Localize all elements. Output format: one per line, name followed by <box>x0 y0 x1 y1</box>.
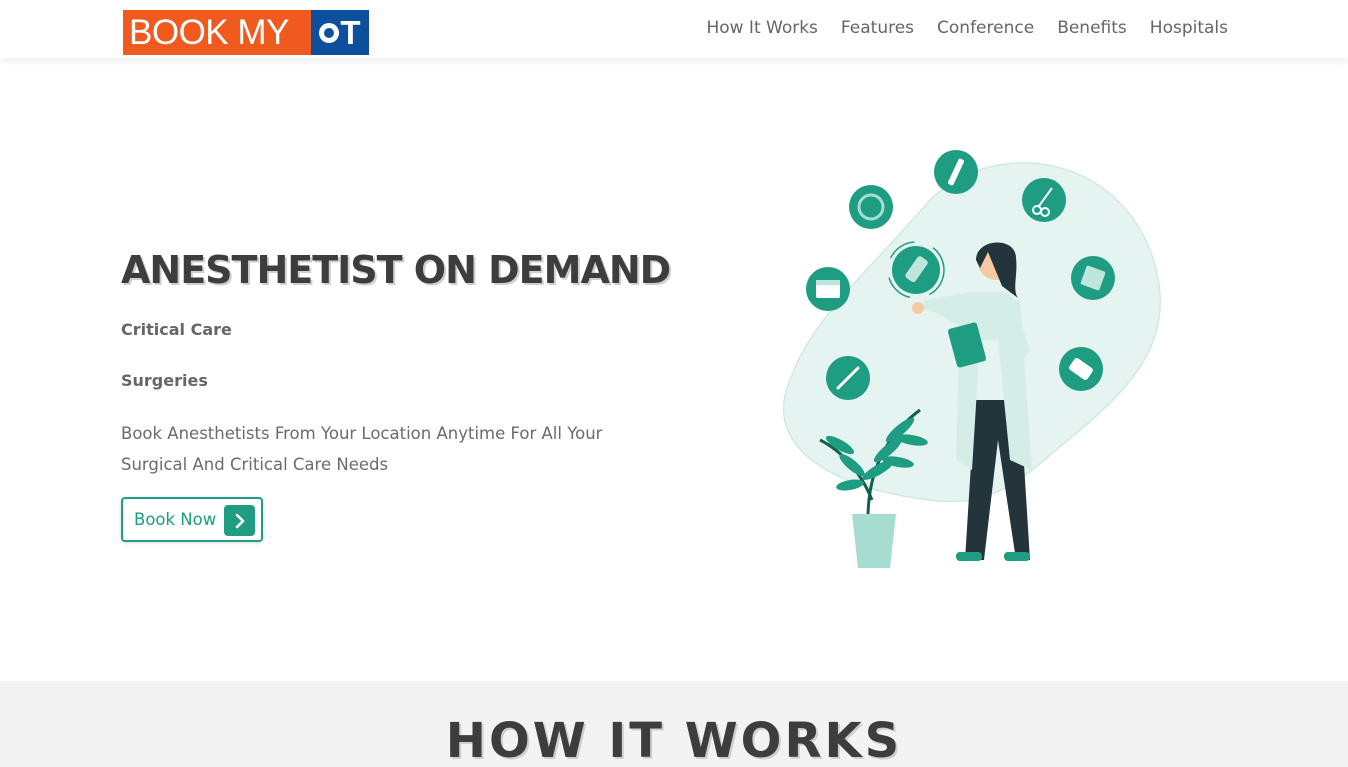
how-it-works-section: HOW IT WORKS <box>0 681 1348 767</box>
hero-description: Book Anesthetists From Your Location Any… <box>121 424 603 474</box>
nav-how-it-works[interactable]: How It Works <box>706 18 817 38</box>
hero-title: ANESTHETIST ON DEMAND <box>121 248 671 292</box>
thermometer-icon <box>826 356 870 400</box>
doctor-illustration <box>783 150 1161 568</box>
logo-ot-badge: T <box>311 10 369 55</box>
bandage-icon <box>1071 256 1115 300</box>
book-now-label: Book Now <box>134 510 217 529</box>
chevron-right-icon <box>224 505 255 536</box>
pills-blister-icon <box>1059 347 1103 391</box>
bookmyot-logo[interactable]: BOOK MY T <box>123 10 369 55</box>
logo-o-icon <box>319 22 340 43</box>
logo-text-left: BOOK MY <box>123 10 311 55</box>
hero-item-critical-care: Critical Care <box>121 320 232 339</box>
nav-conference[interactable]: Conference <box>937 18 1034 38</box>
nav-hospitals[interactable]: Hospitals <box>1150 18 1228 38</box>
how-it-works-title: HOW IT WORKS <box>445 713 903 767</box>
site-header: BOOK MY T How It Works Features Conferen… <box>0 0 1348 58</box>
nav-benefits[interactable]: Benefits <box>1057 18 1127 38</box>
stethoscope-ring-icon <box>849 185 893 229</box>
logo-text-right: T <box>340 13 361 51</box>
calendar-icon <box>806 267 850 311</box>
nav-features[interactable]: Features <box>841 18 914 38</box>
hero-item-surgeries: Surgeries <box>121 371 208 390</box>
scissors-icon <box>1022 178 1066 222</box>
pill-bottle-icon <box>887 241 945 299</box>
book-now-button[interactable]: Book Now <box>121 497 263 542</box>
main-nav: How It Works Features Conference Benefit… <box>706 18 1228 38</box>
syringe-icon <box>934 150 978 194</box>
